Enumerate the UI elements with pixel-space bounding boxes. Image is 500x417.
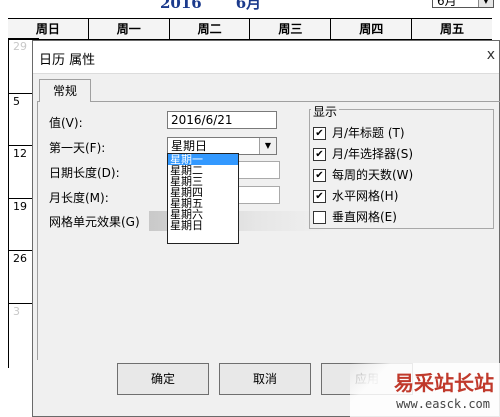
- weekday-header-cell: 周一: [87, 19, 169, 39]
- value-label: 值(V):: [49, 116, 83, 130]
- calendar-row-divider: [9, 38, 39, 39]
- weekday-header-cell: 周五: [411, 19, 492, 39]
- checkbox-checked[interactable]: ✔: [313, 148, 326, 161]
- calendar-month-select[interactable]: 6月 ▼: [432, 0, 494, 8]
- first-day-dropdown-list[interactable]: 星期一 星期二 星期三 星期四 星期五 星期六 星期日: [167, 153, 239, 244]
- calendar-weekday-header: 周日 周一 周二 周三 周四 周五: [8, 18, 492, 40]
- display-option-label: 月/年标题 (T): [332, 126, 405, 140]
- month-length-label: 月长度(M):: [49, 191, 109, 205]
- weekday-header-cell: 周日: [35, 22, 60, 36]
- checkbox-checked[interactable]: ✔: [313, 190, 326, 203]
- watermark-text: 易采站长站: [394, 371, 494, 395]
- dialog-title: 日历 属性: [39, 53, 96, 68]
- cancel-button[interactable]: 取消: [219, 363, 311, 395]
- chevron-down-icon: ▼: [478, 0, 493, 7]
- weekday-header-cell: 周三: [249, 19, 330, 39]
- close-icon[interactable]: x: [487, 47, 495, 63]
- checkbox-checked[interactable]: ✔: [313, 127, 326, 140]
- weekday-header-cell: 周四: [330, 19, 411, 39]
- calendar-day-number[interactable]: 5: [13, 95, 20, 108]
- value-input[interactable]: 2016/6/21: [167, 111, 277, 129]
- calendar-title-year: 2016: [160, 0, 202, 12]
- chevron-down-icon[interactable]: ▼: [259, 138, 276, 154]
- day-length-label: 日期长度(D):: [49, 166, 120, 180]
- ok-button[interactable]: 确定: [117, 363, 209, 395]
- tab-general[interactable]: 常规: [39, 79, 91, 102]
- month-length-select[interactable]: [238, 186, 280, 204]
- checkbox-checked[interactable]: ✔: [313, 169, 326, 182]
- display-option-row[interactable]: 垂直网格(E): [313, 208, 397, 225]
- watermark-url: www.easck.com: [396, 397, 490, 411]
- dialog-title-bar: 日历 属性 x: [33, 41, 499, 74]
- weekday-header-cell: 周二: [168, 19, 250, 39]
- display-option-row[interactable]: ✔ 月/年标题 (T): [313, 124, 405, 141]
- calendar-day-number[interactable]: 12: [13, 147, 27, 160]
- dropdown-option[interactable]: 星期日: [168, 220, 238, 231]
- display-group-title: 显示: [311, 103, 340, 120]
- display-option-label: 水平网格(H): [332, 189, 399, 203]
- display-option-label: 每周的天数(W): [332, 168, 414, 182]
- calendar-properties-dialog: 日历 属性 x 常规 值(V): 2016/6/21 第一天(F): 星期日 ▼…: [32, 40, 500, 417]
- calendar-day-number[interactable]: 3: [13, 305, 20, 318]
- calendar-day-number[interactable]: 26: [13, 252, 27, 265]
- calendar-day-number[interactable]: 19: [13, 200, 27, 213]
- calendar-title-month: 6月: [235, 0, 262, 12]
- first-day-label: 第一天(F):: [49, 141, 106, 155]
- first-day-value: 星期日: [171, 139, 208, 153]
- display-option-label: 垂直网格(E): [332, 210, 397, 224]
- calendar-day-number[interactable]: 29: [13, 40, 27, 53]
- day-length-select[interactable]: [238, 161, 280, 179]
- watermark: 易采站长站 www.easck.com: [350, 363, 500, 417]
- display-option-row[interactable]: ✔ 月/年选择器(S): [313, 145, 413, 162]
- grid-effect-label: 网格单元效果(G): [49, 215, 140, 229]
- display-option-row[interactable]: ✔ 水平网格(H): [313, 187, 398, 204]
- calendar-month-value: 6月: [437, 0, 457, 8]
- calendar-title: 2016 6月: [160, 0, 320, 12]
- display-option-label: 月/年选择器(S): [332, 147, 414, 161]
- checkbox-unchecked[interactable]: [313, 211, 326, 224]
- display-option-row[interactable]: ✔ 每周的天数(W): [313, 166, 413, 183]
